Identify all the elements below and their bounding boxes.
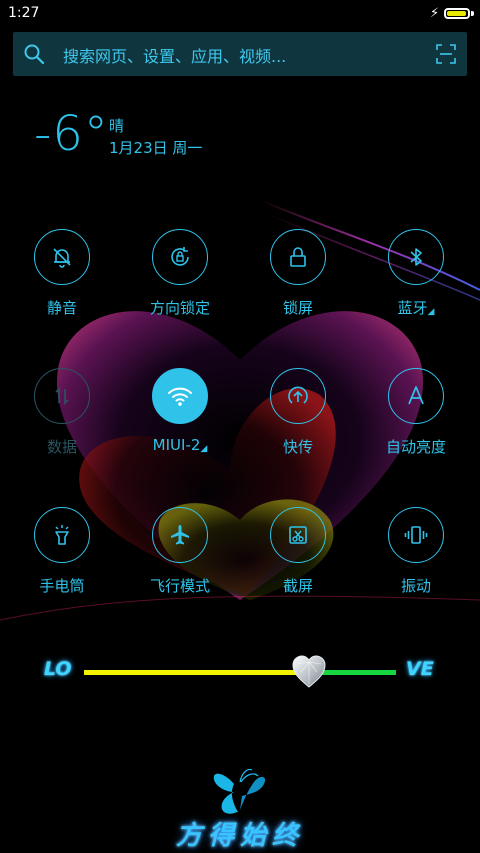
tile-wifi[interactable]: MIUI-2◢: [126, 368, 236, 468]
rotation-lock-icon: [171, 247, 189, 266]
mobile-data-icon: [55, 387, 69, 405]
tile-screenshot-button[interactable]: [270, 507, 326, 563]
tile-mute-button[interactable]: [34, 229, 90, 285]
tile-auto-brightness[interactable]: 自动亮度: [362, 368, 472, 468]
weather-condition: 晴: [109, 117, 125, 135]
tile-label: 快传: [282, 438, 313, 456]
brightness-slider-track[interactable]: [84, 670, 396, 675]
tile-label-text: MIUI-2: [152, 436, 201, 454]
tile-mute[interactable]: 静音: [8, 229, 118, 329]
bluetooth-icon: [410, 248, 422, 266]
brightness-slider-fill: [84, 670, 309, 675]
tile-vibrate[interactable]: 振动: [362, 507, 472, 607]
lock-icon: [290, 247, 306, 267]
tile-quick-transfer-button[interactable]: [270, 368, 326, 424]
tile-bluetooth-button[interactable]: [388, 229, 444, 285]
battery-icon: [444, 8, 470, 19]
tile-mobile-data[interactable]: 数据: [8, 368, 118, 468]
weather-date: 1月23日 周一: [109, 139, 203, 157]
tile-label: 数据: [46, 438, 77, 456]
tile-label: 静音: [46, 299, 77, 317]
tile-screenshot[interactable]: 截屏: [244, 507, 354, 607]
tile-lock-screen[interactable]: 锁屏: [244, 229, 354, 329]
status-bar: 1:27 ⚡: [0, 0, 480, 28]
battery-level: [447, 11, 466, 16]
airplane-icon: [171, 525, 189, 545]
tile-label-text: 蓝牙: [397, 299, 428, 317]
weather-temperature[interactable]: -6°: [34, 106, 109, 162]
battery-tip: [471, 11, 474, 16]
search-icon: [24, 44, 45, 65]
bolt-icon: ⚡: [430, 6, 440, 21]
tile-rotation-lock-button[interactable]: [152, 229, 208, 285]
tile-rotation-lock[interactable]: 方向锁定: [126, 229, 236, 329]
tile-flashlight-button[interactable]: [34, 507, 90, 563]
tile-label: 截屏: [282, 577, 313, 595]
tile-flashlight[interactable]: 手电筒: [8, 507, 118, 607]
expand-triangle-icon: ◢: [200, 444, 208, 454]
tile-airplane-mode-button[interactable]: [152, 507, 208, 563]
tile-label: 振动: [400, 577, 431, 595]
tile-label: 手电筒: [39, 577, 85, 595]
slogan-text: 方得始终: [175, 821, 304, 851]
search-placeholder[interactable]: 搜索网页、设置、应用、视频...: [63, 43, 286, 67]
quick-transfer-icon: [288, 386, 308, 404]
wifi-icon: [168, 387, 192, 406]
tile-label: 方向锁定: [149, 299, 210, 317]
tile-airplane-mode[interactable]: 飞行模式: [126, 507, 236, 607]
auto-brightness-icon: [408, 386, 424, 405]
tile-lock-screen-button[interactable]: [270, 229, 326, 285]
butterfly-icon: [213, 768, 266, 814]
tile-auto-brightness-button[interactable]: [388, 368, 444, 424]
scan-icon[interactable]: [435, 43, 457, 65]
tile-label: 飞行模式: [149, 577, 210, 595]
bell-off-icon: [53, 248, 71, 268]
vibrate-icon: [404, 526, 428, 544]
slider-left-label: LO: [44, 658, 72, 680]
tile-quick-transfer[interactable]: 快传: [244, 368, 354, 468]
flashlight-icon: [55, 525, 69, 545]
tile-mobile-data-button[interactable]: [34, 368, 90, 424]
tile-label: MIUI-2◢: [126, 436, 234, 454]
search-bar[interactable]: 搜索网页、设置、应用、视频...: [13, 32, 467, 76]
tile-vibrate-button[interactable]: [388, 507, 444, 563]
tile-label: 蓝牙◢: [362, 297, 470, 318]
clock: 1:27: [8, 5, 40, 21]
heart-diamond-icon[interactable]: [291, 654, 327, 690]
tile-label: 自动亮度: [385, 438, 446, 456]
tile-wifi-button[interactable]: [152, 368, 208, 424]
expand-triangle-icon: ◢: [427, 307, 435, 317]
tile-label: 锁屏: [282, 299, 313, 317]
slider-right-label: VE: [406, 658, 434, 680]
tile-bluetooth[interactable]: 蓝牙◢: [362, 229, 472, 329]
screenshot-icon: [289, 526, 307, 544]
